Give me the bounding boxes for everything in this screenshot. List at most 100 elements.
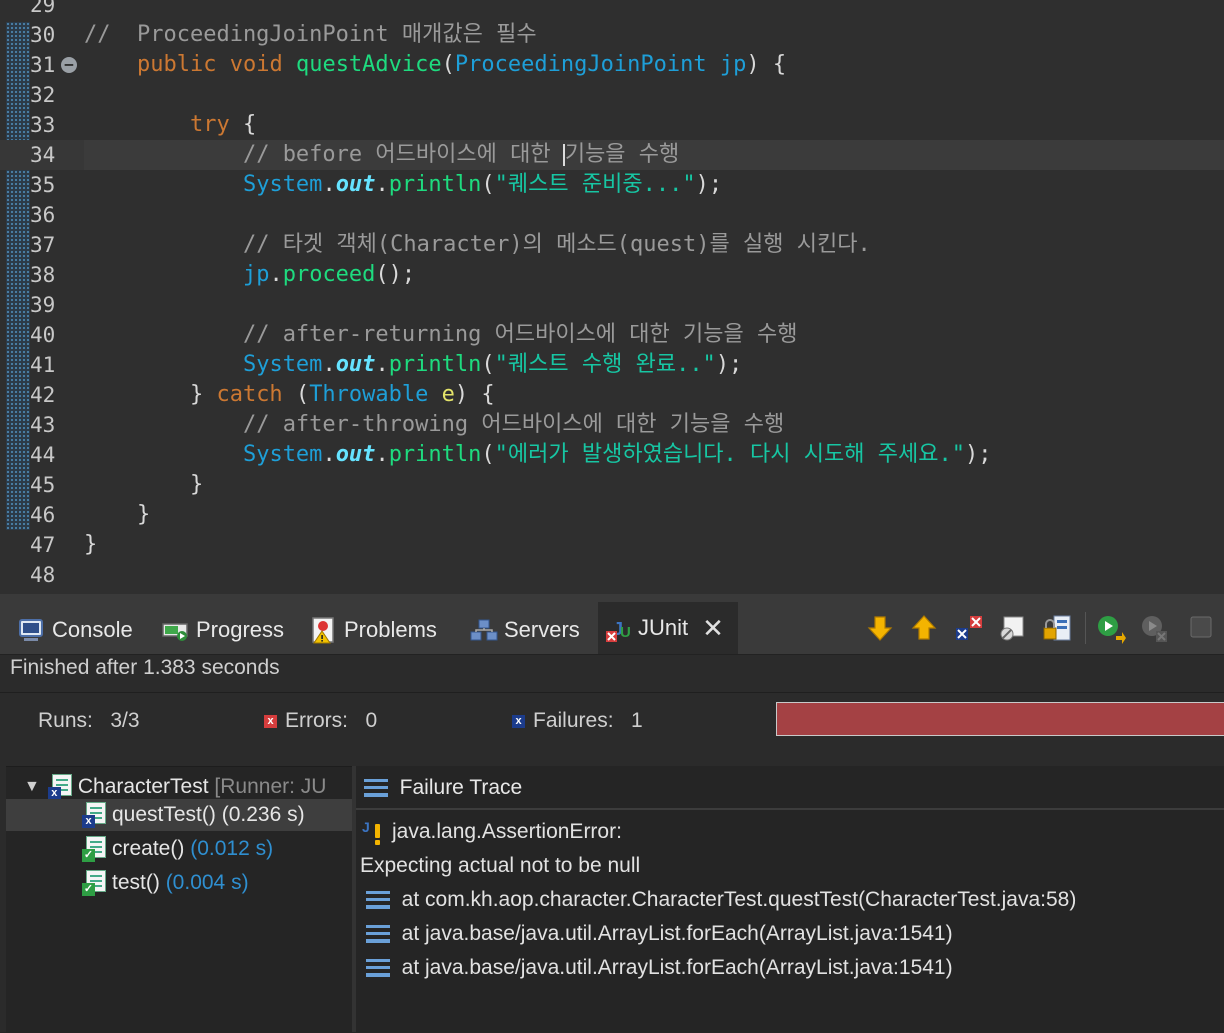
problems-icon <box>310 617 336 644</box>
failure-trace-pane[interactable]: Failure Trace J java.lang.AssertionError… <box>356 766 1224 1032</box>
stack-frame-icon <box>366 891 390 909</box>
message-text: Expecting actual not to be null <box>360 854 641 877</box>
assertion-error-icon: J <box>360 818 392 846</box>
view-tab-bar: Console Progress Problems Servers JU JUn… <box>0 594 1224 655</box>
code-line[interactable]: 43 // after-throwing 어드바이스에 대한 기능을 수행 <box>0 410 1224 440</box>
code-line[interactable]: 46 } <box>0 500 1224 530</box>
test-tree[interactable]: ▼ x CharacterTest [Runner: JU x questTes… <box>6 766 352 1033</box>
test-passed-icon: ✓ <box>82 870 106 896</box>
code-line[interactable]: 37 // 타겟 객체(Character)의 메소드(quest)를 실행 시… <box>0 230 1224 260</box>
line-number: 48 <box>30 563 56 587</box>
test-time: (0.004 s) <box>165 871 249 894</box>
tab-problems[interactable]: Problems <box>310 608 437 652</box>
code-editor[interactable]: 29 30 // ProceedingJoinPoint 매개값은 필수 31− pu… <box>0 0 1224 594</box>
tab-junit[interactable]: JU JUnit ✕ <box>598 602 738 654</box>
frame-text: at java.base/java.util.ArrayList.forEach… <box>401 922 953 945</box>
tab-servers[interactable]: Servers <box>470 608 580 652</box>
code-line[interactable]: 31− public void questAdvice(ProceedingJo… <box>0 50 1224 80</box>
line-number: 32 <box>30 83 56 107</box>
line-number: 34 <box>30 143 56 167</box>
progress-icon <box>162 617 188 643</box>
code-text: System.out.println("에러가 발생하였습니다. 다시 시도해 … <box>242 442 992 467</box>
stack-frame-icon <box>366 959 390 977</box>
tab-progress[interactable]: Progress <box>162 608 284 652</box>
trace-frame[interactable]: at java.base/java.util.ArrayList.forEach… <box>366 952 953 984</box>
trace-frame[interactable]: at java.base/java.util.ArrayList.forEach… <box>366 918 953 950</box>
test-row-test[interactable]: ✓ test() (0.004 s) <box>82 867 249 899</box>
tab-console[interactable]: Console <box>18 608 133 652</box>
code-line[interactable]: 48 <box>0 560 1224 590</box>
show-failures-only-icon[interactable] <box>954 614 982 642</box>
trace-message[interactable]: Expecting actual not to be null <box>360 850 640 882</box>
next-failure-icon[interactable] <box>866 614 894 642</box>
previous-failure-icon[interactable] <box>910 614 938 642</box>
line-number: 39 <box>30 293 56 317</box>
failure-trace-title: Failure Trace <box>399 776 523 799</box>
code-line[interactable]: 30 // ProceedingJoinPoint 매개값은 필수 <box>0 20 1224 50</box>
servers-icon <box>470 617 498 643</box>
tab-problems-label: Problems <box>344 617 437 642</box>
test-suite-icon: x <box>47 774 72 800</box>
tab-console-label: Console <box>52 617 133 642</box>
expand-triangle-icon[interactable]: ▼ <box>24 778 40 796</box>
tab-servers-label: Servers <box>504 617 580 642</box>
test-name: create() <box>112 837 185 860</box>
frame-text: at java.base/java.util.ArrayList.forEach… <box>401 956 953 979</box>
test-row-questtest[interactable]: x questTest() (0.236 s) <box>6 799 352 831</box>
test-time: (0.236 s) <box>221 803 305 826</box>
code-text: public void questAdvice(ProceedingJoinPo… <box>136 52 787 77</box>
code-line[interactable]: 41 System.out.println("퀘스트 수행 완료.."); <box>0 350 1224 380</box>
line-number: 30 <box>30 23 56 47</box>
line-number: 44 <box>30 443 56 467</box>
code-line[interactable]: 38 jp.proceed(); <box>0 260 1224 290</box>
code-line[interactable]: 47} <box>0 530 1224 560</box>
test-progress-bar <box>776 702 1224 736</box>
code-line[interactable]: 45 } <box>0 470 1224 500</box>
code-line[interactable]: 36 <box>0 200 1224 230</box>
line-number: 43 <box>30 413 56 437</box>
tab-progress-label: Progress <box>196 617 285 642</box>
failure-trace-header: Failure Trace <box>364 772 522 804</box>
junit-icon: JU <box>604 615 631 642</box>
line-number: 36 <box>30 203 56 227</box>
code-line[interactable]: 33 try { <box>0 110 1224 140</box>
rerun-test-icon[interactable] <box>1096 614 1126 644</box>
code-line[interactable]: 32 <box>0 80 1224 110</box>
line-number: 47 <box>30 533 56 557</box>
code-text: try { <box>189 112 257 137</box>
errors-counter: x Errors: 0 <box>264 709 377 733</box>
test-failed-icon: x <box>82 802 106 828</box>
code-line[interactable]: 39 <box>0 290 1224 320</box>
code-line[interactable]: 42 } catch (Throwable e) { <box>0 380 1224 410</box>
stack-trace-icon <box>364 779 388 797</box>
code-line[interactable]: 29 <box>0 0 1224 20</box>
code-text: System.out.println("퀘스트 준비중..."); <box>242 172 723 197</box>
code-line[interactable]: 40 // after-returning 어드바이스에 대한 기능을 수행 <box>0 320 1224 350</box>
suite-runner: [Runner: JU <box>214 775 327 798</box>
code-line[interactable]: 34 // before 어드바이스에 대한 기능을 수행 <box>0 140 1224 170</box>
test-time: (0.012 s) <box>190 837 274 860</box>
code-text: } <box>84 502 151 527</box>
code-line[interactable]: 44 System.out.println("에러가 발생하였습니다. 다시 시… <box>0 440 1224 470</box>
failures-value: 1 <box>631 709 643 732</box>
code-text: } catch (Throwable e) { <box>84 382 495 407</box>
trace-exception[interactable]: J java.lang.AssertionError: <box>360 816 622 848</box>
history-lock-icon[interactable] <box>1042 614 1071 642</box>
stop-icon[interactable] <box>1188 614 1216 642</box>
code-line[interactable]: 35 System.out.println("퀘스트 준비중..."); <box>0 170 1224 200</box>
frame-text: at com.kh.aop.character.CharacterTest.qu… <box>401 888 1077 911</box>
test-passed-icon: ✓ <box>82 836 106 862</box>
test-row-create[interactable]: ✓ create() (0.012 s) <box>82 833 273 865</box>
line-number: 46 <box>30 503 56 527</box>
collapse-icon[interactable]: − <box>61 57 77 73</box>
tab-junit-label: JUnit <box>638 615 689 640</box>
rerun-failed-first-icon[interactable] <box>1140 614 1168 642</box>
scroll-lock-icon[interactable] <box>998 614 1026 642</box>
errors-value: 0 <box>365 709 378 732</box>
test-name: test() <box>112 871 160 894</box>
runs-label: Runs: <box>38 709 93 732</box>
code-text: } <box>84 532 98 557</box>
close-icon[interactable]: ✕ <box>702 613 724 644</box>
errors-label: Errors: <box>285 709 348 732</box>
trace-frame[interactable]: at com.kh.aop.character.CharacterTest.qu… <box>366 884 1076 916</box>
